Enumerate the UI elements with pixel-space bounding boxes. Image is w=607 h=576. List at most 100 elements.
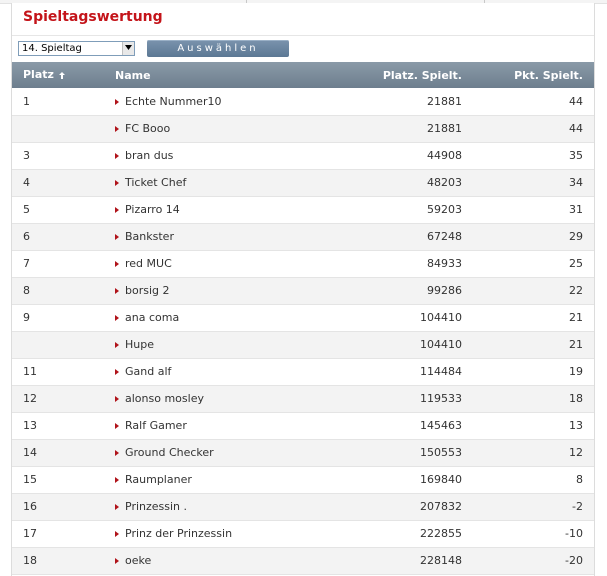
cell-name[interactable]: Gand alf [108,358,344,385]
matchday-select-value: 14. Spieltag [22,43,82,54]
table-row: 17 Prinz der Prinzessin 222855 -10 [12,520,594,547]
team-name-link[interactable]: Ground Checker [125,446,214,459]
cell-platz [12,331,108,358]
table-header-row: Platz Name Platz. Spielt. Pkt. Spielt. [12,62,594,88]
panel-header: Spieltagswertung [12,3,594,36]
cell-pkt-spielt: -2 [572,500,583,513]
team-name-link[interactable]: borsig 2 [125,284,170,297]
team-name-link[interactable]: FC Booo [125,122,170,135]
cell-platz [12,115,108,142]
column-header-pkt-spielt[interactable]: Pkt. Spielt. [474,62,594,88]
sort-ascending-icon[interactable] [58,69,65,82]
matchday-select[interactable]: 14. Spieltag [18,41,135,56]
bullet-triangle-icon [115,315,119,321]
table-row: 15 Raumplaner 169840 8 [12,466,594,493]
select-button[interactable]: Auswählen [147,40,289,57]
column-header-name[interactable]: Name [108,62,344,88]
cell-name[interactable]: Ralf Gamer [108,412,344,439]
cell-name[interactable]: Ticket Chef [108,169,344,196]
bullet-triangle-icon [115,558,119,564]
team-name-link[interactable]: Pizarro 14 [125,203,180,216]
table-row: 12 alonso mosley 119533 18 [12,385,594,412]
cell-platz: 6 [23,230,30,243]
team-name-link[interactable]: Raumplaner [125,473,192,486]
column-header-platz[interactable]: Platz [12,62,108,88]
team-name-link[interactable]: Hupe [125,338,154,351]
cell-platz: 15 [23,473,37,486]
team-name-link[interactable]: red MUC [125,257,172,270]
cell-platz: 4 [23,176,30,189]
cell-name[interactable]: Pizarro 14 [108,196,344,223]
cell-name[interactable]: Raumplaner [108,466,344,493]
bullet-triangle-icon [115,396,119,402]
cell-name[interactable]: Echte Nummer10 [108,88,344,115]
cell-platz: 14 [23,446,37,459]
cell-name[interactable]: Bankster [108,223,344,250]
cell-platz-spielt: 222855 [420,527,462,540]
cell-platz: 7 [23,257,30,270]
bullet-triangle-icon [115,477,119,483]
table-row: 4 Ticket Chef 48203 34 [12,169,594,196]
cell-pkt-spielt: -10 [565,527,583,540]
table-row: 11 Gand alf 114484 19 [12,358,594,385]
table-row: Hupe 104410 21 [12,331,594,358]
cell-platz: 5 [23,203,30,216]
cell-platz: 17 [23,527,37,540]
team-name-link[interactable]: bran dus [125,149,173,162]
cell-name[interactable]: Prinzessin . [108,493,344,520]
cell-platz-spielt: 84933 [427,257,462,270]
cell-platz-spielt: 48203 [427,176,462,189]
bullet-triangle-icon [115,207,119,213]
team-name-link[interactable]: Prinzessin . [125,500,187,513]
cell-name[interactable]: FC Booo [108,115,344,142]
cell-name[interactable]: alonso mosley [108,385,344,412]
table-row: 14 Ground Checker 150553 12 [12,439,594,466]
team-name-link[interactable]: Gand alf [125,365,171,378]
cell-platz: 1 [23,94,30,108]
cell-platz-spielt: 44908 [427,149,462,162]
cell-name[interactable]: bran dus [108,142,344,169]
cell-name[interactable]: ana coma [108,304,344,331]
cell-pkt-spielt: -20 [565,554,583,567]
cell-pkt-spielt: 21 [569,338,583,351]
spieltagswertung-panel: Spieltagswertung 14. Spieltag Auswählen … [11,3,595,576]
cell-pkt-spielt: 34 [569,176,583,189]
cell-platz: 12 [23,392,37,405]
team-name-link[interactable]: Bankster [125,230,174,243]
cell-name[interactable]: Ground Checker [108,439,344,466]
team-name-link[interactable]: Ralf Gamer [125,419,187,432]
ranking-table: Platz Name Platz. Spielt. Pkt. Spielt. 1… [12,62,594,575]
bullet-triangle-icon [115,531,119,537]
cell-platz: 11 [23,365,37,378]
team-name-link[interactable]: oeke [125,554,151,567]
team-name-link[interactable]: alonso mosley [125,392,204,405]
cell-platz-spielt: 21881 [427,122,462,135]
cell-pkt-spielt: 44 [569,94,583,108]
cell-pkt-spielt: 35 [569,149,583,162]
team-name-link[interactable]: Echte Nummer10 [125,95,221,108]
team-name-link[interactable]: ana coma [125,311,179,324]
cell-name[interactable]: borsig 2 [108,277,344,304]
bullet-triangle-icon [115,504,119,510]
cell-name[interactable]: oeke [108,547,344,574]
table-row: 6 Bankster 67248 29 [12,223,594,250]
cell-platz: 8 [23,284,30,297]
chevron-down-icon[interactable] [122,42,134,55]
cell-platz-spielt: 169840 [420,473,462,486]
cell-name[interactable]: Prinz der Prinzessin [108,520,344,547]
cell-platz: 3 [23,149,30,162]
team-name-link[interactable]: Prinz der Prinzessin [125,527,232,540]
bullet-triangle-icon [115,342,119,348]
cell-pkt-spielt: 31 [569,203,583,216]
cell-platz: 16 [23,500,37,513]
table-row: 3 bran dus 44908 35 [12,142,594,169]
cell-platz-spielt: 150553 [420,446,462,459]
toolbar: 14. Spieltag Auswählen [12,36,594,62]
cell-platz-spielt: 207832 [420,500,462,513]
cell-name[interactable]: red MUC [108,250,344,277]
cell-pkt-spielt: 29 [569,230,583,243]
cell-pkt-spielt: 25 [569,257,583,270]
column-header-platz-spielt[interactable]: Platz. Spielt. [344,62,474,88]
cell-name[interactable]: Hupe [108,331,344,358]
team-name-link[interactable]: Ticket Chef [125,176,186,189]
